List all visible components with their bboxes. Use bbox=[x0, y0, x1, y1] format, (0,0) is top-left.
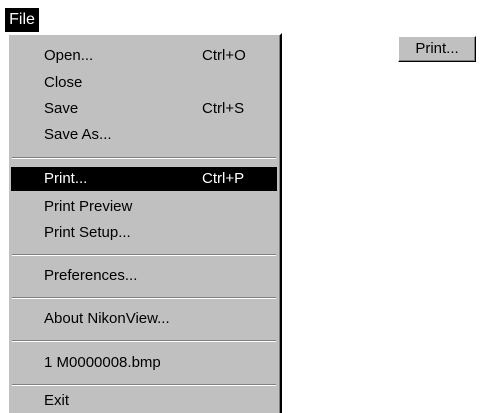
menu-item-label: Print Setup... bbox=[44, 224, 131, 241]
menu-item-shortcut: Ctrl+O bbox=[202, 47, 246, 64]
file-menu[interactable]: File bbox=[5, 8, 39, 32]
menu-item-exit[interactable]: Exit bbox=[11, 389, 277, 413]
menu-separator bbox=[12, 340, 276, 342]
menu-item-save[interactable]: Save Ctrl+S bbox=[11, 97, 277, 121]
menu-item-label: Preferences... bbox=[44, 267, 138, 284]
menu-item-open[interactable]: Open... Ctrl+O bbox=[11, 44, 277, 68]
menu-separator bbox=[12, 384, 276, 386]
menu-separator bbox=[12, 254, 276, 256]
file-dropdown-menu: Open... Ctrl+O Close Save Ctrl+S Save As… bbox=[7, 33, 282, 413]
menu-item-label: About NikonView... bbox=[44, 310, 170, 327]
menu-item-preferences[interactable]: Preferences... bbox=[11, 264, 277, 288]
menu-item-label: Save bbox=[44, 100, 79, 117]
menu-item-label: Open... bbox=[44, 47, 94, 64]
menu-item-close[interactable]: Close bbox=[11, 71, 277, 95]
menu-separator bbox=[12, 157, 276, 159]
menu-item-save-as[interactable]: Save As... bbox=[11, 123, 277, 147]
menu-item-shortcut: Ctrl+P bbox=[202, 170, 245, 187]
print-button-label: Print... bbox=[415, 40, 459, 57]
menu-item-label: Close bbox=[44, 74, 83, 91]
menu-item-label: Print Preview bbox=[44, 198, 133, 215]
menu-item-label: Print... bbox=[44, 170, 88, 187]
file-menu-label: File bbox=[9, 11, 35, 28]
print-button[interactable]: Print... bbox=[398, 36, 476, 62]
menu-item-about[interactable]: About NikonView... bbox=[11, 307, 277, 331]
menu-item-print-preview[interactable]: Print Preview bbox=[11, 195, 277, 219]
menu-item-shortcut: Ctrl+S bbox=[202, 100, 245, 117]
menu-item-label: Save As... bbox=[44, 126, 112, 143]
menu-separator bbox=[12, 297, 276, 299]
menu-item-label: 1 M0000008.bmp bbox=[44, 354, 161, 371]
menu-item-label: Exit bbox=[44, 392, 70, 409]
menu-item-recent-file[interactable]: 1 M0000008.bmp bbox=[11, 351, 277, 375]
menu-item-print-setup[interactable]: Print Setup... bbox=[11, 221, 277, 245]
menu-item-print[interactable]: Print... Ctrl+P bbox=[11, 167, 277, 191]
